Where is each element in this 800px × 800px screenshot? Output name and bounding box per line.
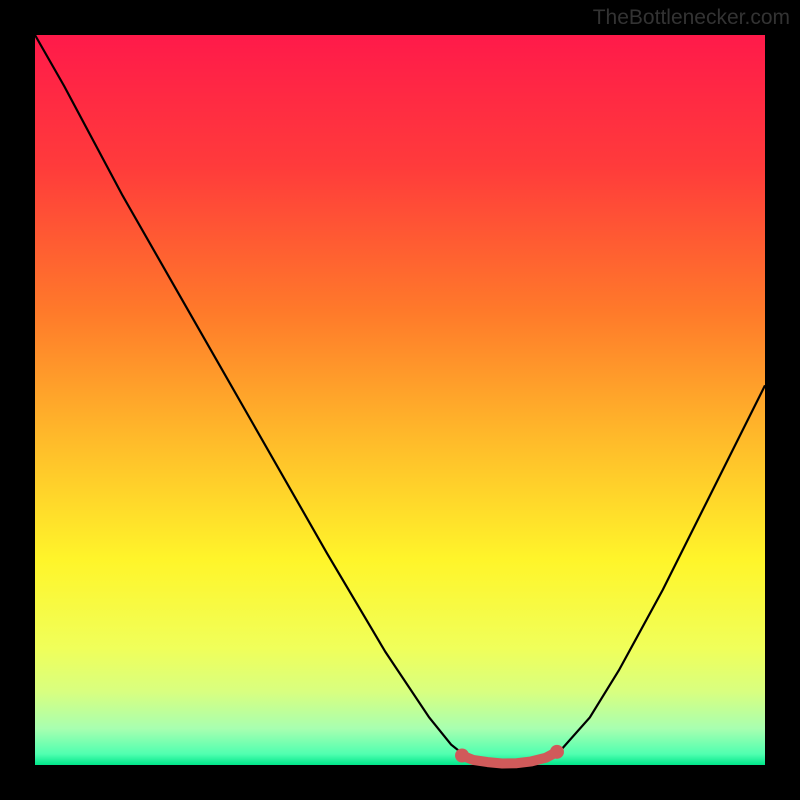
watermark-text: TheBottlenecker.com — [593, 6, 790, 30]
chart-container — [0, 0, 800, 800]
chart-svg — [0, 0, 800, 800]
plot-background — [35, 35, 765, 765]
